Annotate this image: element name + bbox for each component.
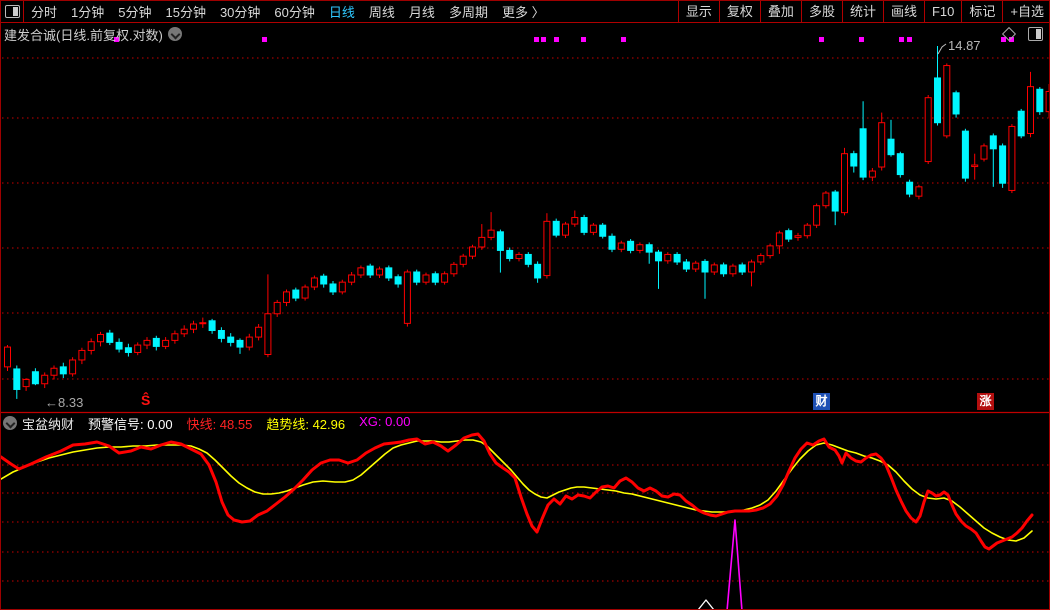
indicator-name[interactable]: 宝盆纳财	[22, 414, 74, 433]
period-tab[interactable]: 15分钟	[165, 2, 205, 21]
indicator-field: XG: 0.00	[359, 414, 410, 433]
period-tab[interactable]: 月线	[409, 2, 435, 21]
period-tab[interactable]: 60分钟	[274, 2, 314, 21]
toolbar-button[interactable]: 统计	[842, 1, 883, 23]
period-tab[interactable]: 多周期	[449, 2, 488, 21]
indicator-fields: 预警信号: 0.00 快线: 48.55 趋势线: 42.96 XG: 0.00	[74, 414, 410, 433]
title-bar: 建发合诚(日线.前复权.对数)	[1, 23, 1050, 45]
stock-title: 建发合诚(日线.前复权.对数)	[4, 25, 163, 44]
toolbar-button[interactable]: 复权	[719, 1, 760, 23]
layout-icon[interactable]	[1028, 27, 1043, 41]
period-tab[interactable]: 5分钟	[118, 2, 151, 21]
period-tab[interactable]: 分时	[31, 2, 57, 21]
toolbar-button[interactable]: 叠加	[760, 1, 801, 23]
period-tab[interactable]: 更多 〉	[502, 2, 545, 21]
toolbar-button[interactable]: 显示	[678, 1, 719, 23]
toolbar-button[interactable]: F10	[924, 1, 961, 23]
indicator-field: 趋势线: 42.96	[266, 414, 345, 433]
period-tab[interactable]: 周线	[369, 2, 395, 21]
price-low-label: ←8.33	[45, 395, 83, 410]
title-dropdown-icon[interactable]	[168, 27, 182, 41]
diamond-icon[interactable]	[1002, 27, 1016, 41]
indicator-collapse-icon[interactable]	[3, 416, 17, 430]
toolbar-buttons: 显示 复权 叠加 多股 统计 画线 F10 标记 +自选	[678, 1, 1050, 23]
toolbar-button[interactable]: 标记	[961, 1, 1002, 23]
indicator-chart[interactable]	[1, 433, 1050, 610]
period-tab[interactable]: 30分钟	[220, 2, 260, 21]
price-high-label: 14.87	[948, 38, 981, 53]
zhang-marker-badge: 涨	[977, 393, 994, 410]
period-tab[interactable]: 日线	[329, 2, 355, 21]
split-layout-icon[interactable]	[5, 5, 20, 18]
toolbar-button[interactable]: 画线	[883, 1, 924, 23]
toolbar-button[interactable]: +自选	[1002, 1, 1050, 23]
period-tabs: 分时 1分钟 5分钟 15分钟 30分钟 60分钟 日线 周线 月线 多周期 更…	[31, 2, 545, 21]
toolbar: 分时 1分钟 5分钟 15分钟 30分钟 60分钟 日线 周线 月线 多周期 更…	[1, 1, 1050, 23]
period-tab[interactable]: 1分钟	[71, 2, 104, 21]
toolbar-button[interactable]: 多股	[801, 1, 842, 23]
app-window: 分时 1分钟 5分钟 15分钟 30分钟 60分钟 日线 周线 月线 多周期 更…	[0, 0, 1050, 610]
sell-signal-marker: Ŝ	[141, 392, 150, 408]
indicator-header: 宝盆纳财 预警信号: 0.00 快线: 48.55 趋势线: 42.96 XG:…	[1, 413, 1050, 433]
cai-marker-badge: 财	[813, 393, 830, 410]
indicator-field: 预警信号: 0.00	[88, 414, 173, 433]
toolbar-divider	[23, 1, 24, 23]
indicator-field: 快线: 48.55	[187, 414, 253, 433]
main-candle-chart[interactable]	[1, 45, 1050, 412]
